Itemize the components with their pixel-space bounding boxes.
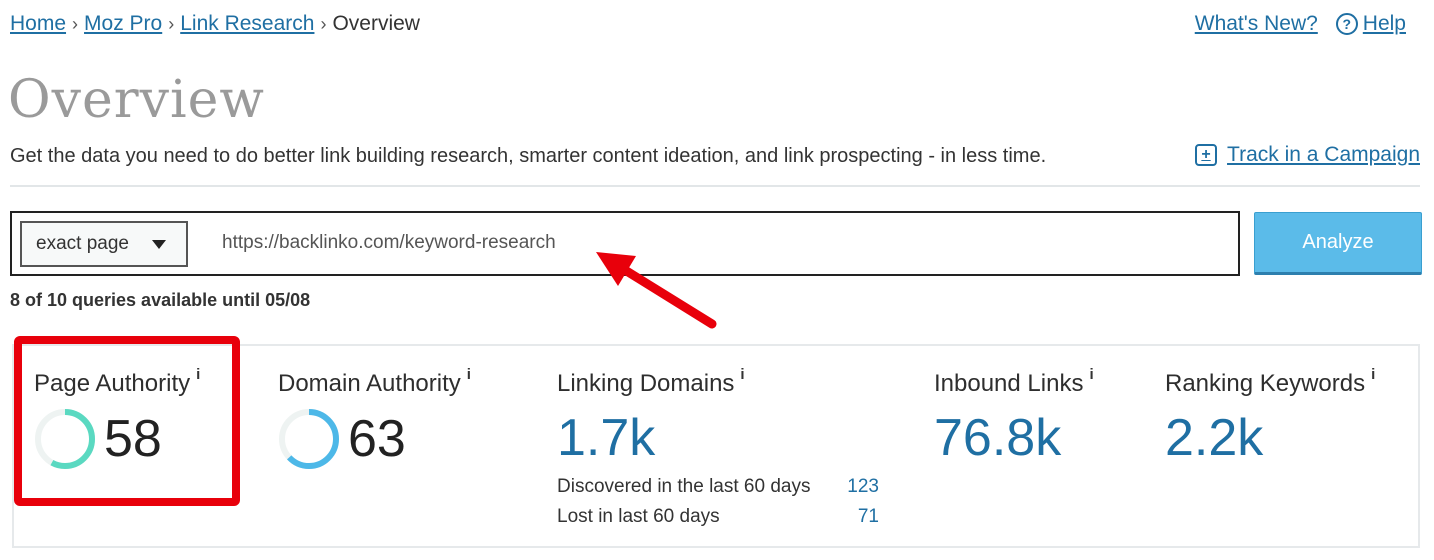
metric-linking-domains: Linking Domains i 1.7k Discovered in the … [557,366,879,532]
scope-select[interactable]: exact page [20,221,188,267]
info-icon[interactable]: i [467,366,471,383]
inbound-links-value: 76.8k [934,409,1062,467]
linking-domains-value: 1.7k [557,409,656,467]
discovered-row: Discovered in the last 60 days 123 [557,472,879,502]
metric-domain-authority: Domain Authority i 63 [278,366,471,470]
track-in-campaign-label: Track in a Campaign [1227,143,1420,166]
discovered-value[interactable]: 123 [847,472,879,502]
info-icon[interactable]: i [1371,366,1375,383]
breadcrumb-home-link[interactable]: Home [10,12,66,36]
metric-label: Inbound Links [934,370,1084,397]
url-input[interactable] [222,227,922,259]
metric-ranking-keywords: Ranking Keywords i 2.2k [1165,366,1375,468]
analyze-button[interactable]: Analyze [1254,212,1422,275]
domain-authority-value: 63 [348,410,406,468]
annotation-highlight-box [14,336,240,506]
chevron-right-icon: › [168,13,175,34]
page-subtitle: Get the data you need to do better link … [10,145,1047,167]
chevron-right-icon: › [72,13,79,34]
info-icon[interactable]: i [1089,366,1093,383]
chevron-right-icon: › [320,13,327,34]
track-in-campaign-link[interactable]: + Track in a Campaign [1195,143,1420,167]
divider [10,185,1420,187]
metric-label: Linking Domains [557,370,735,397]
plus-icon: + [1195,144,1218,166]
metric-label: Ranking Keywords [1165,370,1366,397]
page-title: Overview [8,70,265,130]
help-link[interactable]: Help [1363,12,1406,36]
breadcrumb-link-research-link[interactable]: Link Research [180,12,314,36]
linking-domains-details: Discovered in the last 60 days 123 Lost … [557,472,879,532]
info-icon[interactable]: i [740,366,744,383]
whats-new-link[interactable]: What's New? [1195,12,1318,36]
breadcrumb-current: Overview [332,12,420,35]
metric-inbound-links: Inbound Links i 76.8k [934,366,1094,468]
lost-row: Lost in last 60 days 71 [557,502,879,532]
lost-label: Lost in last 60 days [557,506,720,527]
help-icon[interactable]: ? [1335,13,1358,35]
discovered-label: Discovered in the last 60 days [557,476,811,497]
score-ring-icon [279,409,339,469]
scope-select-value: exact page [36,233,129,254]
breadcrumb-moz-pro-link[interactable]: Moz Pro [84,12,162,36]
lost-value[interactable]: 71 [858,502,879,532]
annotation-arrow-icon [596,252,717,329]
ranking-keywords-value: 2.2k [1165,409,1264,467]
header-links: What's New? ? Help [1195,12,1406,36]
breadcrumb: Home › Moz Pro › Link Research › Overvie… [10,12,420,36]
queries-remaining: 8 of 10 queries available until 05/08 [10,290,311,310]
caret-down-icon [152,240,166,249]
metric-label: Domain Authority [278,370,461,397]
